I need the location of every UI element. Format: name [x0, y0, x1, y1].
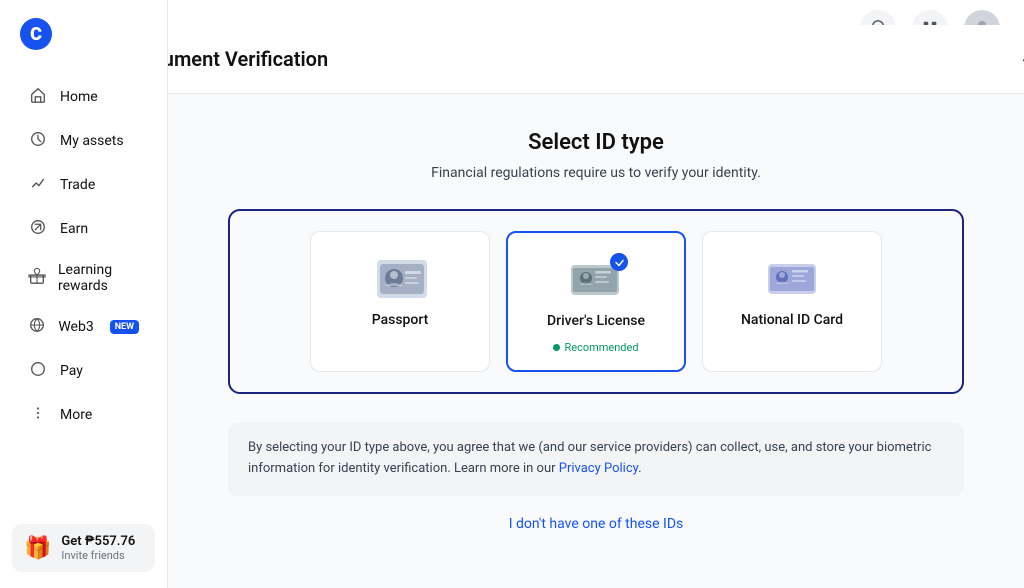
privacy-policy-link[interactable]: Privacy Policy: [559, 461, 638, 476]
earn-icon: [28, 218, 48, 240]
select-id-subtitle: Financial regulations require us to veri…: [228, 165, 964, 181]
sidebar-item-home[interactable]: Home: [8, 76, 159, 118]
sidebar-item-more-label: More: [60, 407, 92, 423]
license-label: Driver's License: [547, 313, 645, 329]
drivers-license-card[interactable]: Driver's License Recommended: [506, 231, 686, 372]
check-badge: [610, 253, 628, 271]
sidebar-item-earn[interactable]: Earn: [8, 208, 159, 250]
sidebar-item-my-assets[interactable]: My assets: [8, 120, 159, 162]
no-id-section: I don't have one of these IDs: [228, 516, 964, 532]
invite-title: Get ₱557.76: [61, 534, 135, 549]
main-content: Select ID type Financial regulations req…: [168, 94, 1024, 568]
no-id-link[interactable]: I don't have one of these IDs: [509, 516, 684, 532]
new-badge: NEW: [110, 320, 139, 334]
sidebar-footer: 🎁 Get ₱557.76 Invite friends: [0, 512, 167, 588]
sidebar-item-pay-label: Pay: [60, 363, 83, 379]
select-id-title: Select ID type: [228, 130, 964, 155]
recommended-dot: [553, 344, 560, 351]
national-id-card[interactable]: National ID Card: [702, 231, 882, 372]
web3-icon: [28, 316, 46, 338]
pay-icon: [28, 360, 48, 382]
passport-card[interactable]: Passport: [310, 231, 490, 372]
recommended-label: Recommended: [564, 341, 638, 354]
more-icon: [28, 404, 48, 426]
sidebar-item-home-label: Home: [60, 89, 98, 105]
logo[interactable]: C: [0, 0, 167, 66]
main-panel: Document Verification ‹ Back Select ID t…: [168, 0, 1024, 588]
sidebar-nav: Home My assets Trade Earn: [0, 66, 167, 512]
passport-icon: [372, 256, 428, 300]
national-id-label: National ID Card: [741, 312, 843, 328]
clock-icon: [28, 130, 48, 152]
home-icon: [28, 86, 48, 108]
invite-card[interactable]: 🎁 Get ₱557.76 Invite friends: [12, 524, 155, 572]
gift-icon-footer: 🎁: [24, 536, 51, 561]
drivers-license-icon: [568, 257, 624, 301]
passport-label: Passport: [372, 312, 429, 328]
gift-icon: [28, 267, 46, 289]
sidebar-item-trade-label: Trade: [60, 177, 95, 193]
logo-icon: C: [20, 18, 52, 50]
page-header: Document Verification ‹ Back: [168, 25, 1024, 94]
id-cards-container: Passport: [228, 209, 964, 394]
sidebar: C Home My assets Trade: [0, 0, 168, 588]
sidebar-item-trade[interactable]: Trade: [8, 164, 159, 206]
sidebar-item-learning-rewards[interactable]: Learning rewards: [8, 252, 159, 304]
sidebar-item-web3[interactable]: Web3 NEW: [8, 306, 159, 348]
sidebar-item-assets-label: My assets: [60, 133, 124, 149]
page-title: Document Verification: [168, 47, 328, 71]
sidebar-item-learning-label: Learning rewards: [58, 262, 139, 294]
trade-icon: [28, 174, 48, 196]
recommended-badge: Recommended: [553, 341, 638, 354]
sidebar-item-earn-label: Earn: [60, 221, 88, 237]
national-id-icon: [764, 256, 820, 300]
sidebar-item-more[interactable]: More: [8, 394, 159, 436]
invite-subtitle: Invite friends: [61, 549, 135, 562]
sidebar-item-web3-label: Web3: [58, 319, 93, 335]
sidebar-item-pay[interactable]: Pay: [8, 350, 159, 392]
disclaimer-box: By selecting your ID type above, you agr…: [228, 422, 964, 496]
